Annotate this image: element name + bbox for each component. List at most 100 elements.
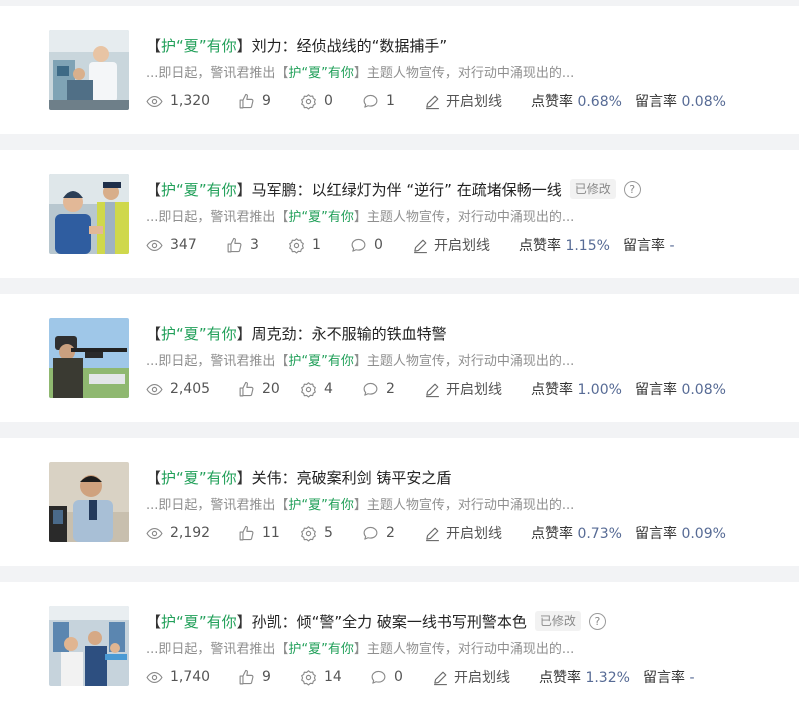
article-stats: 1,320 9 0 1 开启划线 点赞率 0.68% 留言率 0.08% xyxy=(146,90,726,112)
article-stats: 2,192 11 5 2 开启划线 点赞率 0.73% 留言率 0.09% xyxy=(146,522,726,544)
tag-text: 夏 xyxy=(183,36,199,55)
mark-label[interactable]: 开启划线 xyxy=(446,91,502,111)
thumbs-up-icon xyxy=(227,237,242,252)
article-title[interactable]: 【 护“ 夏 ”有你 】 关伟：亮破案利剑 铸平安之盾 xyxy=(146,466,779,488)
mark-label[interactable]: 开启划线 xyxy=(434,235,490,255)
article-title[interactable]: 【 护“ 夏 ”有你 】 周克劲：永不服输的铁血特警 xyxy=(146,322,779,344)
article-summary: ...即日起，警讯君推出【护“夏”有你】主题人物宣传，对行动中涌现出的... xyxy=(146,206,779,226)
comment-icon xyxy=(363,526,378,540)
views-stat: 1,740 xyxy=(146,669,238,686)
title-text[interactable]: 周克劲：永不服输的铁血特警 xyxy=(252,323,447,344)
article-thumbnail[interactable] xyxy=(49,30,129,110)
like-rate-label: 点赞率 xyxy=(539,670,581,686)
comment-rate-label: 留言率 xyxy=(635,94,677,110)
comments-count: 0 xyxy=(374,237,383,253)
views-count: 1,320 xyxy=(170,93,211,109)
summary-text: ...即日起，警讯君推出 xyxy=(146,498,276,513)
comments-stat: 0 xyxy=(350,237,412,254)
summary-tag: 护“夏”有你 xyxy=(288,354,354,369)
shares-count: 1 xyxy=(312,237,321,253)
comment-rate: 留言率 0.08% xyxy=(635,379,726,399)
tag-text: 夏 xyxy=(183,324,199,343)
article-thumbnail[interactable] xyxy=(49,174,129,254)
shares-stat: 4 xyxy=(300,381,362,398)
likes-count: 9 xyxy=(262,93,271,109)
summary-bracket: 】 xyxy=(353,354,367,369)
comment-rate-value: - xyxy=(689,670,695,686)
summary-bracket: 】 xyxy=(353,498,367,513)
article-summary: ...即日起，警讯君推出【护“夏”有你】主题人物宣传，对行动中涌现出的... xyxy=(146,62,779,82)
summary-bracket: 【 xyxy=(275,498,289,513)
comment-rate: 留言率 - xyxy=(623,235,675,255)
article-title[interactable]: 【 护“ 夏 ”有你 】 刘力：经侦战线的“数据捕手” xyxy=(146,34,779,56)
comment-rate-label: 留言率 xyxy=(635,382,677,398)
eye-icon xyxy=(146,95,163,107)
like-rate-label: 点赞率 xyxy=(531,526,573,542)
modified-badge: 已修改 xyxy=(569,179,616,199)
article-thumbnail[interactable] xyxy=(49,318,129,398)
tag-bracket: 】 xyxy=(236,180,252,199)
mark-label[interactable]: 开启划线 xyxy=(446,379,502,399)
tag-text: ”有你 xyxy=(198,612,237,631)
eye-icon xyxy=(146,383,163,395)
like-rate-value: 1.00% xyxy=(577,382,622,398)
mark-toggle[interactable]: 开启划线 xyxy=(432,667,539,687)
article-list: 【 护“ 夏 ”有你 】 刘力：经侦战线的“数据捕手” ...即日起，警讯君推出… xyxy=(0,0,799,710)
summary-bracket: 【 xyxy=(275,354,289,369)
article-card[interactable]: 【 护“ 夏 ”有你 】 周克劲：永不服输的铁血特警 ...即日起，警讯君推出【… xyxy=(0,294,799,422)
like-rate-label: 点赞率 xyxy=(519,238,561,254)
mark-toggle[interactable]: 开启划线 xyxy=(424,379,531,399)
comments-stat: 2 xyxy=(362,381,424,398)
tag-bracket: 【 xyxy=(146,468,162,487)
summary-text: ...即日起，警讯君推出 xyxy=(146,642,276,657)
help-icon[interactable]: ? xyxy=(623,180,641,198)
like-rate: 点赞率 0.73% xyxy=(531,523,635,543)
thumbs-up-icon xyxy=(239,669,254,684)
article-thumbnail[interactable] xyxy=(49,606,129,686)
summary-text: ...即日起，警讯君推出 xyxy=(146,210,276,225)
likes-stat: 11 xyxy=(238,525,300,542)
article-card[interactable]: 【 护“ 夏 ”有你 】 关伟：亮破案利剑 铸平安之盾 ...即日起，警讯君推出… xyxy=(0,438,799,566)
wow-icon xyxy=(301,93,316,110)
summary-text: 主题人物宣传，对行动中涌现出的... xyxy=(366,210,575,225)
article-title[interactable]: 【 护“ 夏 ”有你 】 马军鹏：以红绿灯为伴 “逆行” 在疏堵保畅一线 已修改… xyxy=(146,178,779,200)
tag-text: 护“ xyxy=(161,612,184,631)
mark-toggle[interactable]: 开启划线 xyxy=(424,91,531,111)
article-title[interactable]: 【 护“ 夏 ”有你 】 孙凯：倾“警”全力 破案一线书写刑警本色 已修改 ? xyxy=(146,610,779,632)
views-count: 2,405 xyxy=(170,381,211,397)
comment-icon xyxy=(363,382,378,396)
help-icon[interactable]: ? xyxy=(588,612,606,630)
shares-stat: 1 xyxy=(288,237,350,254)
likes-count: 3 xyxy=(250,237,259,253)
tag-text: 护“ xyxy=(161,468,184,487)
comment-rate-value: 0.09% xyxy=(681,526,726,542)
pen-icon xyxy=(414,239,427,253)
summary-tag: 护“夏”有你 xyxy=(288,498,354,513)
comments-count: 1 xyxy=(386,93,395,109)
mark-label[interactable]: 开启划线 xyxy=(454,667,510,687)
summary-bracket: 【 xyxy=(275,210,289,225)
article-card[interactable]: 【 护“ 夏 ”有你 】 刘力：经侦战线的“数据捕手” ...即日起，警讯君推出… xyxy=(0,6,799,134)
mark-toggle[interactable]: 开启划线 xyxy=(424,523,531,543)
title-text[interactable]: 孙凯：倾“警”全力 破案一线书写刑警本色 xyxy=(252,611,527,632)
shares-count: 14 xyxy=(324,669,342,685)
title-text[interactable]: 关伟：亮破案利剑 铸平安之盾 xyxy=(252,467,452,488)
mark-label[interactable]: 开启划线 xyxy=(446,523,502,543)
likes-stat: 9 xyxy=(238,669,300,686)
tag-text: 护“ xyxy=(161,324,184,343)
tag-bracket: 【 xyxy=(146,612,162,631)
title-text[interactable]: 刘力：经侦战线的“数据捕手” xyxy=(252,35,448,56)
article-card[interactable]: 【 护“ 夏 ”有你 】 孙凯：倾“警”全力 破案一线书写刑警本色 已修改 ? … xyxy=(0,582,799,710)
article-stats: 347 3 1 0 开启划线 点赞率 1.15% 留言率 - xyxy=(146,234,675,256)
likes-stat: 9 xyxy=(238,93,300,110)
views-stat: 2,405 xyxy=(146,381,238,398)
summary-text: ...即日起，警讯君推出 xyxy=(146,354,276,369)
like-rate: 点赞率 1.32% xyxy=(539,667,643,687)
wow-icon xyxy=(289,237,304,254)
mark-toggle[interactable]: 开启划线 xyxy=(412,235,519,255)
article-card[interactable]: 【 护“ 夏 ”有你 】 马军鹏：以红绿灯为伴 “逆行” 在疏堵保畅一线 已修改… xyxy=(0,150,799,278)
title-text[interactable]: 马军鹏：以红绿灯为伴 “逆行” 在疏堵保畅一线 xyxy=(252,179,562,200)
tag-bracket: 】 xyxy=(236,612,252,631)
article-thumbnail[interactable] xyxy=(49,462,129,542)
pen-icon xyxy=(426,95,439,109)
